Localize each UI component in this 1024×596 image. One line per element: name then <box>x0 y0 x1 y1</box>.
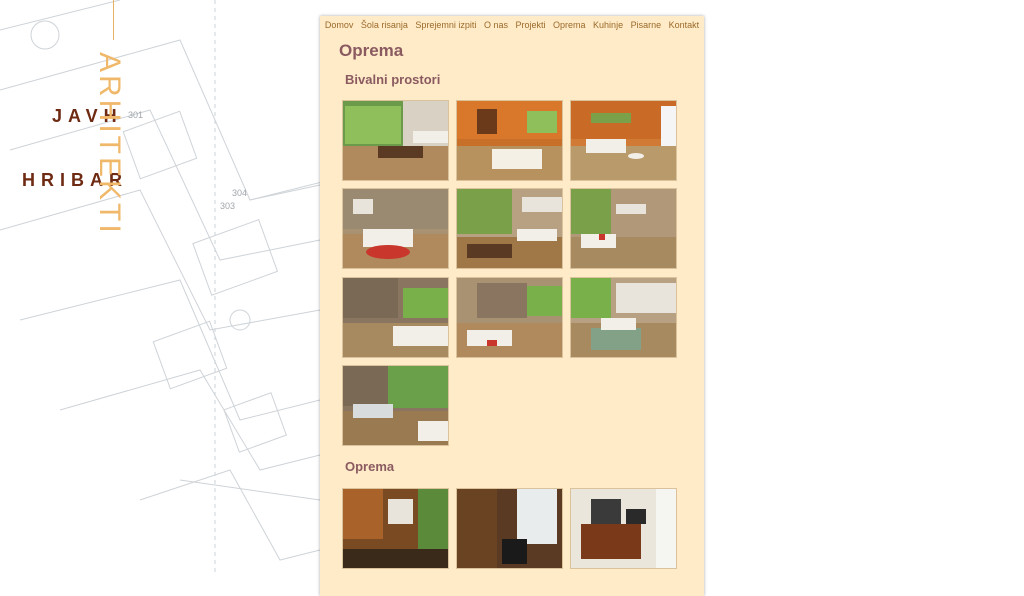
gallery-thumbnail[interactable] <box>456 100 563 181</box>
section-title-oprema: Oprema <box>345 459 395 474</box>
svg-text:304: 304 <box>232 188 247 198</box>
section-title-bivalni-prostori: Bivalni prostori <box>345 72 441 87</box>
nav-item-projekti[interactable]: Projekti <box>515 20 545 30</box>
gallery-thumbnail[interactable] <box>456 188 563 269</box>
gallery-thumbnail[interactable] <box>342 488 449 569</box>
nav-item-domov[interactable]: Domov <box>325 20 354 30</box>
page-title: Oprema <box>339 41 404 60</box>
nav-item-kuhinje[interactable]: Kuhinje <box>593 20 623 30</box>
svg-text:303: 303 <box>220 201 235 211</box>
gallery-thumbnail[interactable] <box>570 100 677 181</box>
gallery-thumbnail[interactable] <box>570 188 677 269</box>
gallery-thumbnail[interactable] <box>570 277 677 358</box>
gallery-thumbnail[interactable] <box>456 488 563 569</box>
svg-text:301: 301 <box>128 110 143 120</box>
content-panel: Domov Šola risanja Sprejemni izpiti O na… <box>320 16 704 596</box>
gallery-thumbnail[interactable] <box>456 277 563 358</box>
brand-tagline-vertical: ARHITEKTI <box>93 52 126 236</box>
gallery-thumbnail[interactable] <box>342 277 449 358</box>
nav-item-oprema[interactable]: Oprema <box>553 20 586 30</box>
nav-item-pisarne[interactable]: Pisarne <box>631 20 662 30</box>
main-nav: Domov Šola risanja Sprejemni izpiti O na… <box>320 20 704 30</box>
nav-item-o-nas[interactable]: O nas <box>484 20 508 30</box>
gallery-thumbnail[interactable] <box>342 365 449 446</box>
nav-item-sola-risanja[interactable]: Šola risanja <box>361 20 408 30</box>
gallery-thumbnail[interactable] <box>342 100 449 181</box>
nav-item-kontakt[interactable]: Kontakt <box>669 20 700 30</box>
gallery-thumbnail[interactable] <box>342 188 449 269</box>
nav-item-sprejemni-izpiti[interactable]: Sprejemni izpiti <box>415 20 476 30</box>
logo-divider-line <box>113 0 114 40</box>
gallery-thumbnail[interactable] <box>570 488 677 569</box>
